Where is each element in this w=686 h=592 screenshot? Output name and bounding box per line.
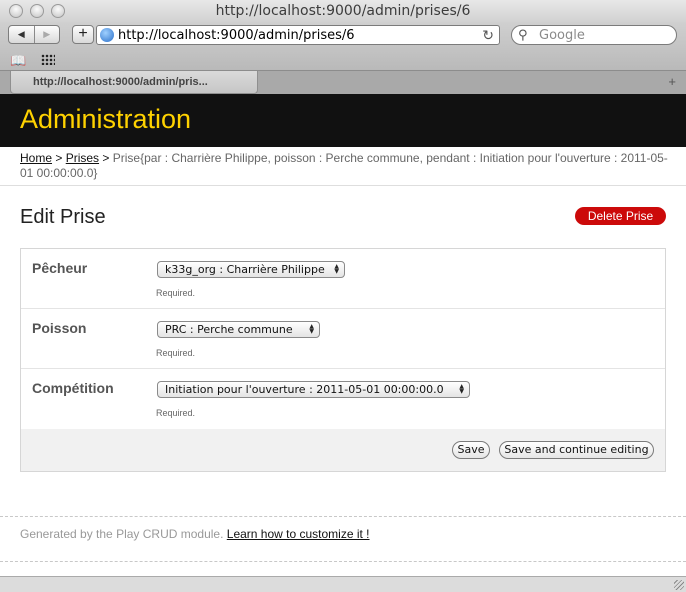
pecheur-select[interactable]: k33g_org : Charrière Philippe ▲ ▼ [157,261,345,278]
breadcrumb-current: Prise{par : Charrière Philippe, poisson … [20,151,668,180]
poisson-required-hint: Required. [156,348,196,358]
save-button[interactable]: Save [452,441,490,459]
breadcrumb-home-link[interactable]: Home [20,151,52,165]
delete-prise-button[interactable]: Delete Prise [575,207,666,225]
form-row-poisson: Poisson PRC : Perche commune ▲ ▼ Required… [21,309,665,369]
select-arrows-icon: ▲ ▼ [334,263,339,275]
competition-select-value: Initiation pour l'ouverture : 2011-05-01… [165,383,444,396]
edit-form: Pêcheur k33g_org : Charrière Philippe ▲ ▼… [20,248,666,472]
globe-icon [100,28,114,42]
reload-icon[interactable]: ↻ [482,27,494,44]
search-icon: ⚲ [518,27,528,42]
competition-select[interactable]: Initiation pour l'ouverture : 2011-05-01… [157,381,470,398]
add-bookmark-button[interactable]: + [72,25,94,44]
poisson-select[interactable]: PRC : Perche commune ▲ ▼ [157,321,320,338]
tab-title: http://localhost:9000/admin/pris... [33,76,208,88]
breadcrumb: Home > Prises > Prise{par : Charrière Ph… [20,151,670,181]
footer: Generated by the Play CRUD module. Learn… [20,527,370,541]
poisson-label: Poisson [32,320,87,336]
forward-arrow-icon: ▶ [43,29,51,39]
competition-label: Compétition [32,380,114,396]
pecheur-required-hint: Required. [156,288,196,298]
form-actions: Save Save and continue editing [21,429,665,471]
form-row-competition: Compétition Initiation pour l'ouverture … [21,369,665,429]
back-arrow-icon: ◀ [17,29,25,39]
competition-required-hint: Required. [156,408,196,418]
pecheur-select-value: k33g_org : Charrière Philippe [165,263,325,276]
form-row-pecheur: Pêcheur k33g_org : Charrière Philippe ▲ ▼… [21,249,665,309]
customize-link[interactable]: Learn how to customize it ! [227,527,370,541]
browser-toolbar: ◀ ▶ + http://localhost:9000/admin/prises… [0,22,686,70]
breadcrumb-prises-link[interactable]: Prises [66,151,99,165]
search-input[interactable]: ⚲ Google [511,25,677,45]
page-title: Edit Prise [20,206,106,228]
top-sites-grid-icon[interactable] [41,54,55,65]
tab-bar: http://localhost:9000/admin/pris... + [0,70,686,94]
address-bar-url: http://localhost:9000/admin/prises/6 [118,28,355,43]
window-title: http://localhost:9000/admin/prises/6 [215,3,471,19]
address-bar[interactable]: http://localhost:9000/admin/prises/6 ↻ [96,25,500,45]
new-tab-icon[interactable]: + [668,74,676,89]
status-bar [0,576,686,592]
save-and-continue-button[interactable]: Save and continue editing [499,441,654,459]
pecheur-label: Pêcheur [32,260,88,276]
admin-header: Administration [0,94,686,147]
back-button[interactable]: ◀ [9,26,34,43]
tab-current[interactable]: http://localhost:9000/admin/pris... [10,71,258,94]
search-placeholder: Google [539,28,585,43]
footer-text: Generated by the Play CRUD module. [20,527,224,541]
admin-title: Administration [20,104,192,134]
footer-divider [0,561,686,562]
forward-button[interactable]: ▶ [33,26,60,43]
select-arrows-icon: ▲ ▼ [309,323,314,335]
select-arrows-icon: ▲ ▼ [459,383,464,395]
divider [0,185,686,186]
resize-grip-icon[interactable] [674,580,684,590]
navigation-buttons: ◀ ▶ [8,25,60,44]
breadcrumb-separator: > [55,151,63,165]
breadcrumb-separator: > [102,151,110,165]
footer-divider [0,516,686,517]
poisson-select-value: PRC : Perche commune [165,323,293,336]
bookmarks-book-icon[interactable]: 📖 [10,53,26,69]
window-titlebar: http://localhost:9000/admin/prises/6 [0,0,686,22]
